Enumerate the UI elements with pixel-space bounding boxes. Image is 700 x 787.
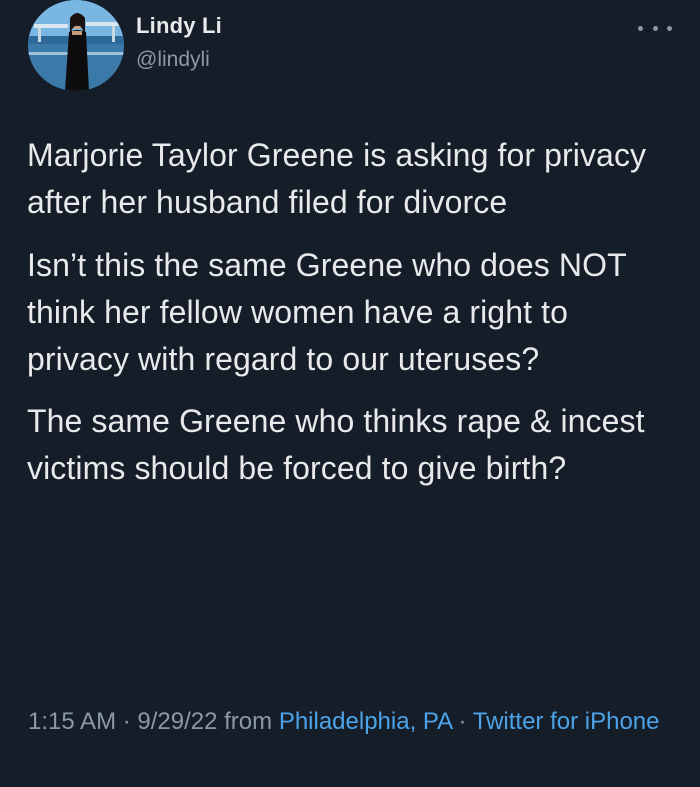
user-handle[interactable]: @lindyli: [136, 48, 210, 72]
tweet-text: Marjorie Taylor Greene is asking for pri…: [27, 132, 677, 506]
source-link[interactable]: Twitter for iPhone: [473, 708, 660, 735]
display-name[interactable]: Lindy Li: [136, 13, 222, 39]
tweet-paragraph: Isn’t this the same Greene who does NOT …: [27, 247, 627, 377]
more-horizontal-icon: [638, 25, 643, 31]
tweet-paragraph: Marjorie Taylor Greene is asking for pri…: [27, 137, 647, 220]
more-options-button[interactable]: [638, 18, 672, 38]
avatar[interactable]: [28, 0, 124, 91]
tweet-metadata: 1:15 AM · 9/29/22 from Philadelphia, PA …: [28, 703, 678, 741]
location-link[interactable]: Philadelphia, PA: [279, 708, 452, 735]
tweet-time[interactable]: 1:15 AM: [28, 708, 116, 735]
more-horizontal-icon-dot: [652, 25, 658, 31]
separator: ·: [451, 708, 473, 735]
tweet-paragraph: The same Greene who thinks rape & incest…: [27, 403, 645, 486]
tweet-date[interactable]: 9/29/22: [137, 708, 217, 735]
avatar-photo: [28, 0, 124, 91]
from-label: from: [217, 708, 279, 735]
more-horizontal-icon-dot: [667, 25, 672, 31]
tweet: Lindy Li @lindyli Marjorie Taylor Greene…: [0, 0, 700, 787]
separator: ·: [116, 708, 138, 735]
